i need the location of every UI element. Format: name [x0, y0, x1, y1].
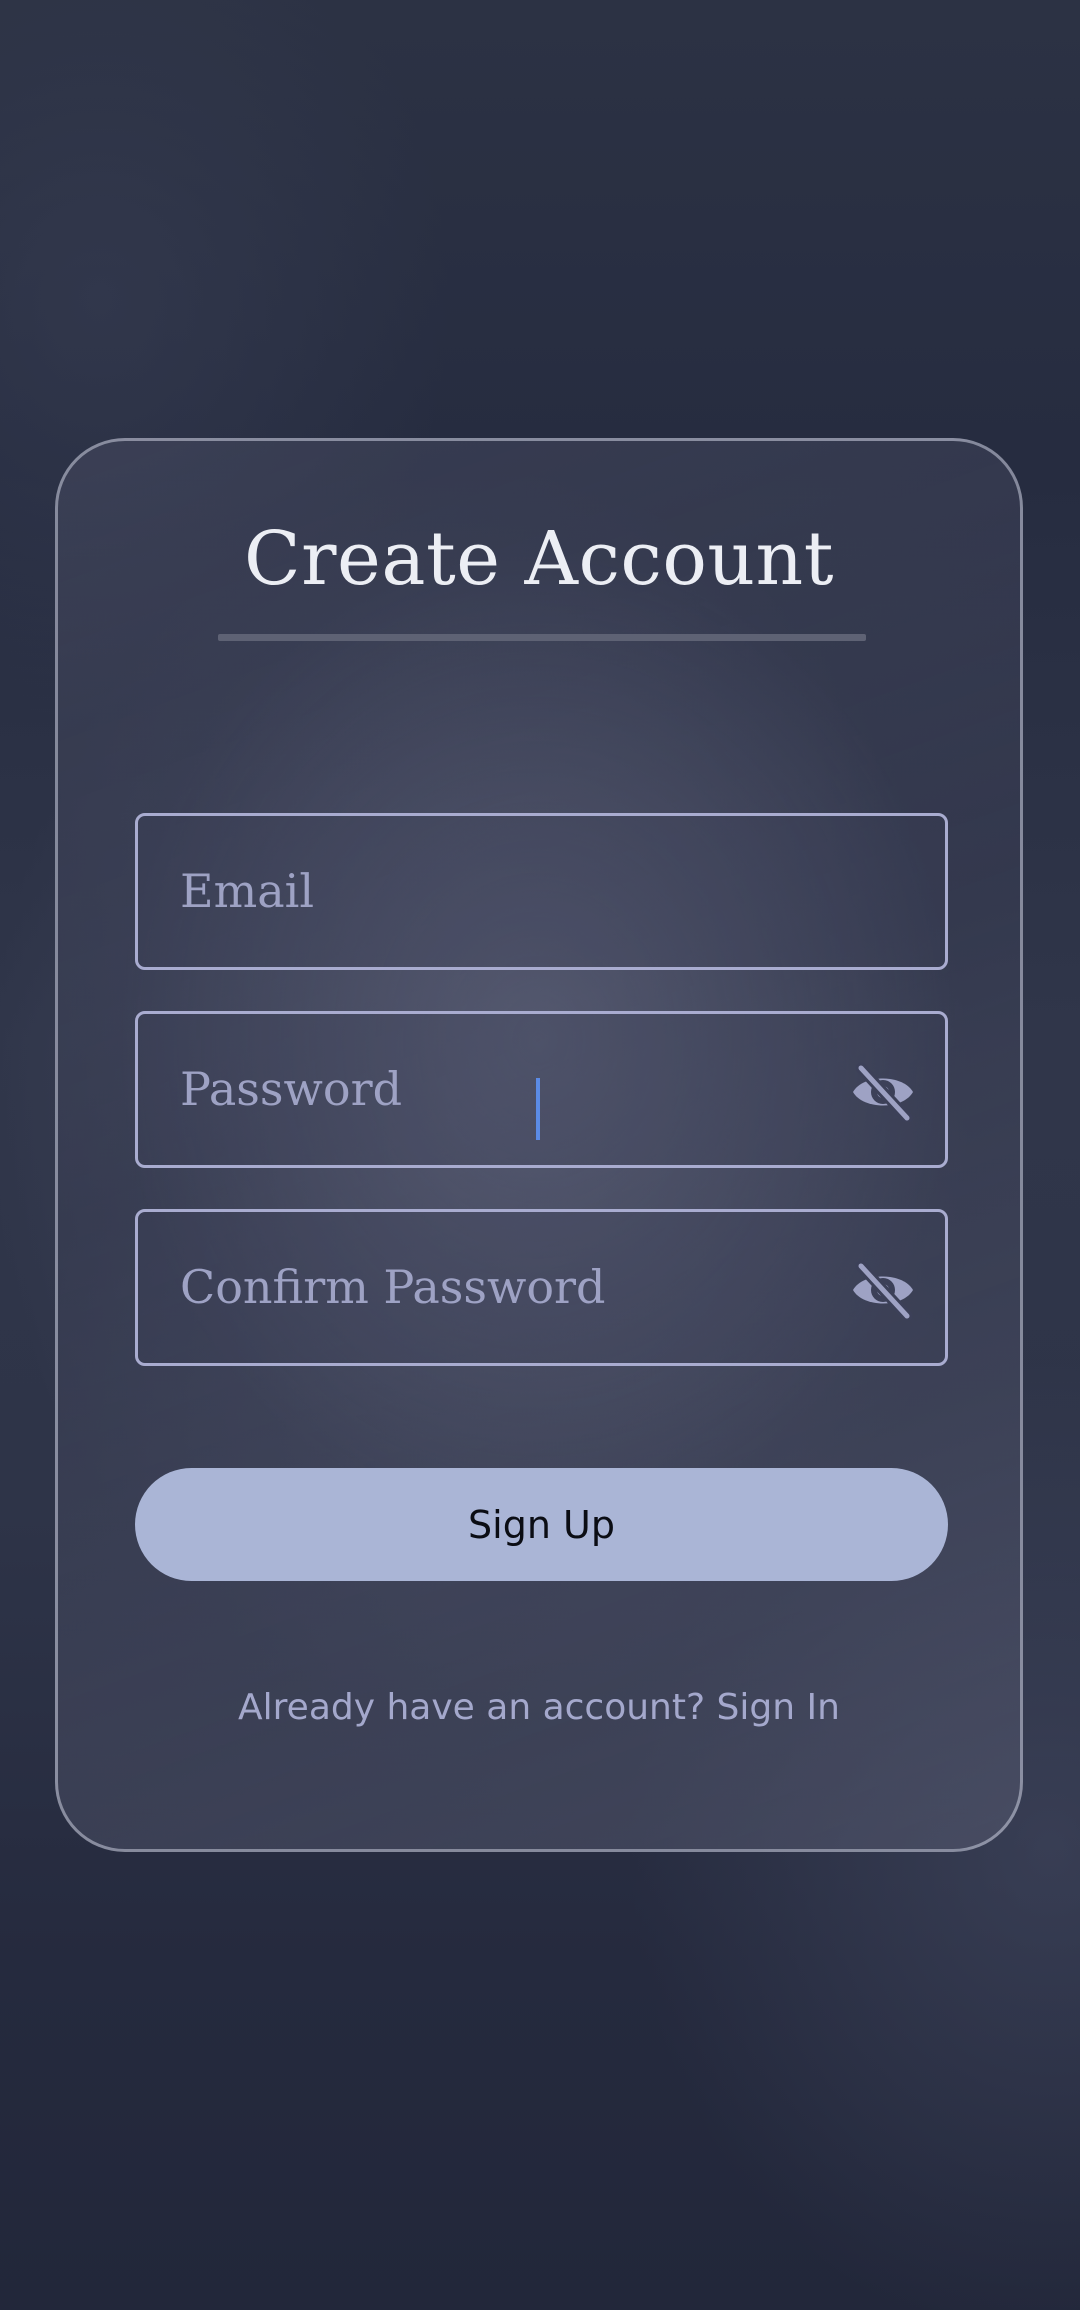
email-field[interactable]: Email: [135, 813, 948, 970]
eye-off-icon[interactable]: [851, 1260, 915, 1322]
eye-off-icon[interactable]: [851, 1062, 915, 1124]
text-cursor: [536, 1078, 540, 1140]
page-title: Create Account: [244, 516, 834, 602]
sign-up-button[interactable]: Sign Up: [135, 1468, 948, 1581]
signup-card: Create Account Email Password Confirm Pa…: [55, 438, 1023, 1852]
password-field[interactable]: Password: [135, 1011, 948, 1168]
title-divider: [218, 634, 866, 641]
confirm-password-placeholder: Confirm Password: [180, 1260, 606, 1314]
email-placeholder: Email: [180, 864, 315, 918]
confirm-password-field[interactable]: Confirm Password: [135, 1209, 948, 1366]
sign-in-link[interactable]: Already have an account? Sign In: [58, 1687, 1020, 1728]
password-placeholder: Password: [180, 1062, 403, 1116]
